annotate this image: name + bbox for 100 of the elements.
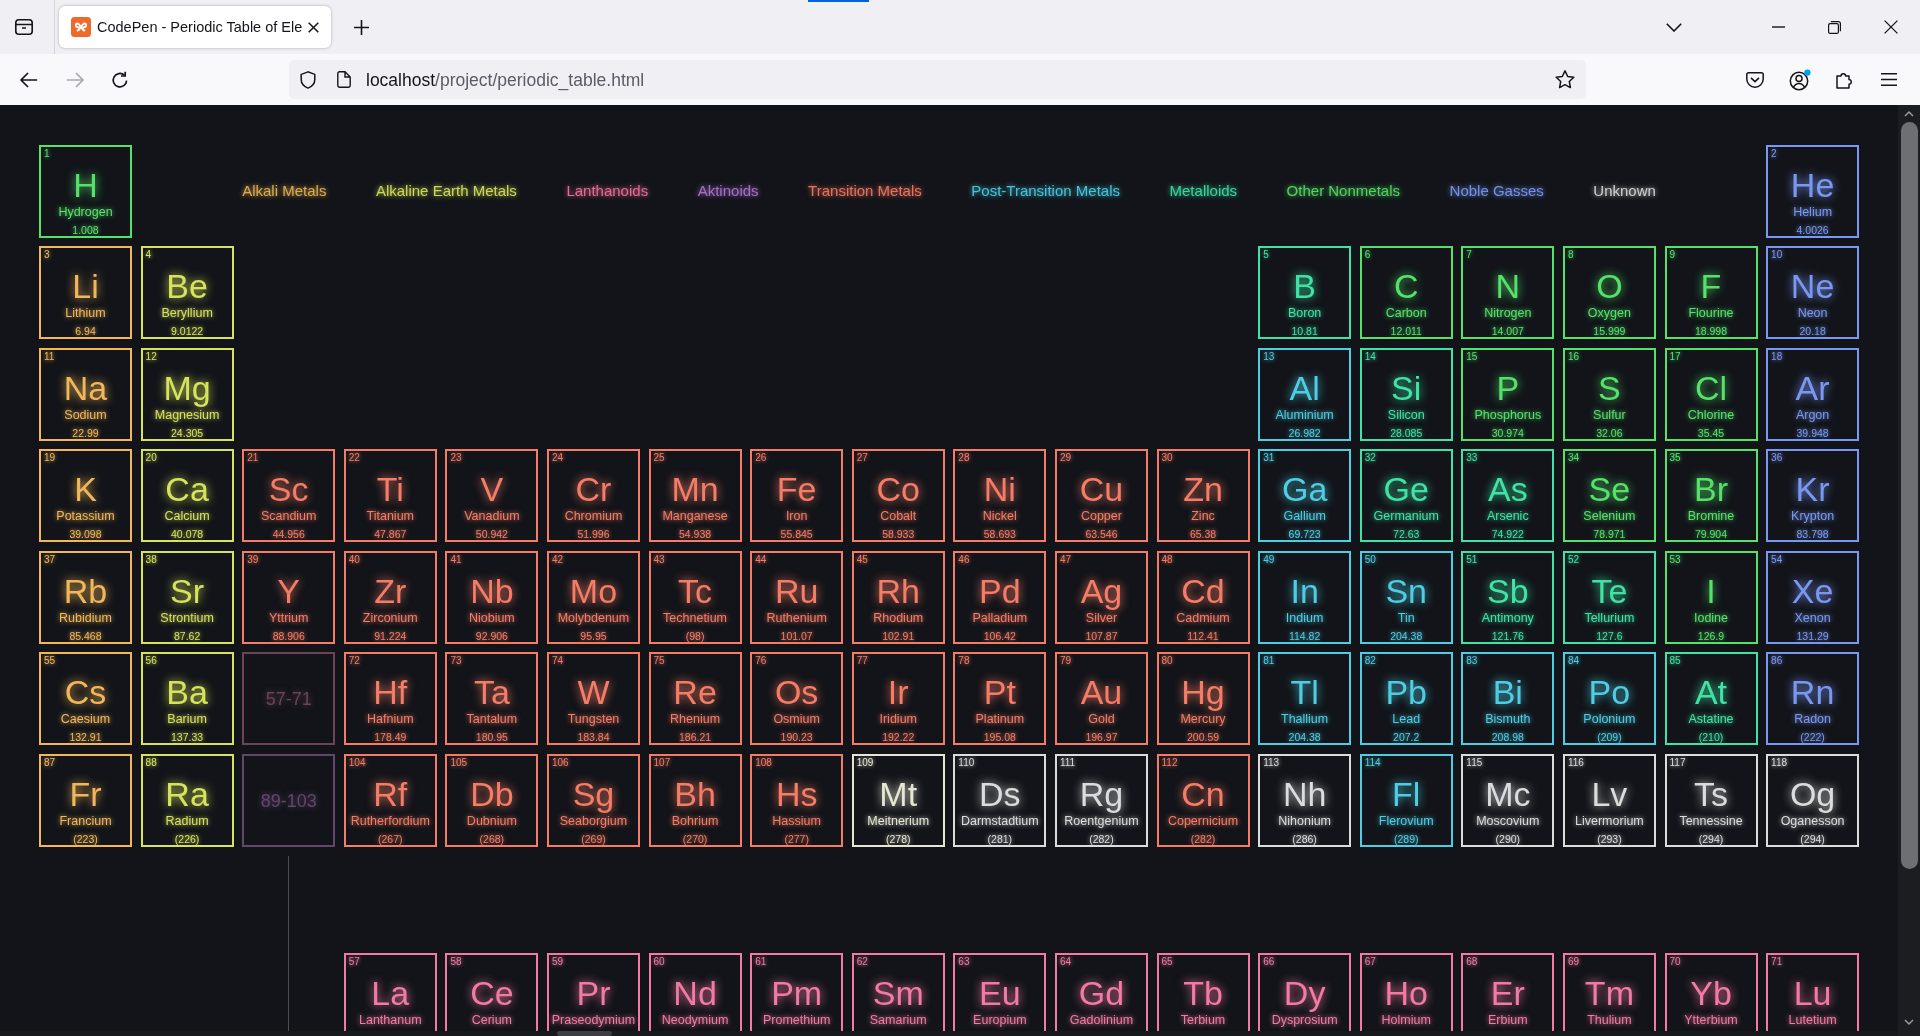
atomic-weight: 87.62 [173, 630, 201, 642]
element-symbol: Lu [1793, 973, 1832, 1014]
atomic-number: 84 [1567, 656, 1580, 667]
element-name: Tin [1397, 610, 1415, 626]
element-name: Moscovium [1476, 814, 1540, 830]
browser-tab[interactable]: CodePen - Periodic Table of Ele [59, 6, 331, 48]
atomic-number: 77 [856, 656, 868, 667]
scrollbar-thumb[interactable] [557, 1031, 612, 1036]
atomic-number: 12 [145, 351, 157, 362]
atomic-weight: (281) [987, 834, 1013, 846]
menu-icon [1881, 73, 1897, 86]
element-name: Astatine [1688, 712, 1734, 728]
element-symbol: N [1495, 266, 1521, 307]
element-symbol: F [1700, 266, 1722, 307]
atomic-number: 61 [755, 957, 767, 968]
element-name: Dubnium [466, 814, 517, 830]
element-name: Gadolinium [1069, 1013, 1134, 1029]
atomic-number: 21 [247, 453, 259, 464]
element-name: Scandium [260, 509, 317, 525]
element-symbol: Yb [1690, 973, 1732, 1014]
tray-icon [15, 19, 33, 35]
atomic-weight: 63.546 [1085, 529, 1118, 541]
atomic-weight: 35.45 [1697, 427, 1725, 439]
atomic-weight: 30.974 [1491, 427, 1524, 439]
atomic-number: 69 [1567, 957, 1580, 968]
element-symbol: Se [1588, 469, 1631, 510]
atomic-number: 116 [1567, 758, 1584, 769]
atomic-weight: (268) [479, 834, 505, 846]
atomic-weight: (267) [378, 834, 403, 846]
element-name: Thallium [1281, 712, 1329, 728]
element-name: Tungsten [567, 712, 620, 728]
atomic-number: 5 [1263, 250, 1269, 261]
element-name: Iron [785, 509, 808, 525]
element-symbol: Cd [1181, 570, 1225, 611]
vertical-scrollbar[interactable] [1898, 105, 1920, 1036]
atomic-weight: 39.098 [69, 529, 102, 541]
atomic-number: 42 [551, 554, 564, 565]
atomic-weight: 126.9 [1697, 630, 1725, 642]
atomic-weight: (209) [1597, 732, 1622, 744]
url-text: localhost/project/periodic_table.html [366, 68, 646, 91]
element-name: Europium [973, 1013, 1027, 1029]
chevron-down-icon [1904, 1018, 1914, 1025]
element-symbol: Sr [170, 570, 205, 611]
element-name: Rhodium [873, 610, 924, 626]
atomic-weight: 40.078 [171, 529, 204, 541]
element-name: Manganese [662, 509, 728, 525]
element-symbol: Xe [1791, 570, 1834, 611]
element-name: Sulfur [1593, 407, 1626, 423]
element-symbol: Nh [1282, 774, 1327, 815]
element-symbol: Ra [165, 774, 209, 815]
element-symbol: Hf [373, 672, 408, 713]
element-symbol: Bh [674, 774, 716, 815]
atomic-number: 62 [856, 957, 868, 968]
atomic-number: 118 [1771, 758, 1788, 769]
atomic-number: 73 [450, 656, 462, 667]
atomic-number: 38 [145, 554, 157, 565]
atomic-weight: (294) [1800, 834, 1825, 846]
element-name: Beryllium [161, 306, 213, 322]
atomic-number: 23 [450, 453, 462, 464]
element-symbol: I [1706, 570, 1716, 611]
element-symbol: Tl [1290, 672, 1319, 713]
legend-label: Alkali Metals [242, 182, 327, 200]
element-symbol: Db [470, 774, 514, 815]
atomic-weight: 39.948 [1796, 427, 1829, 439]
element-symbol: Re [673, 672, 717, 713]
element-symbol: Ge [1383, 469, 1429, 510]
minimize-icon [1771, 26, 1785, 28]
atomic-weight: 95.95 [580, 630, 607, 642]
element-name: Cadmium [1176, 610, 1230, 626]
atomic-number: 35 [1669, 453, 1681, 464]
element-symbol: B [1293, 266, 1316, 307]
address-bar[interactable]: localhost/project/periodic_table.html [289, 60, 1586, 99]
element-symbol: Dy [1283, 973, 1326, 1014]
element-symbol: K [74, 469, 97, 510]
element-symbol: W [577, 672, 610, 713]
atomic-number: 86 [1771, 656, 1783, 667]
atomic-weight: (294) [1698, 834, 1724, 846]
range-label: 89-103 [260, 789, 317, 812]
element-symbol: Sc [268, 469, 309, 510]
element-symbol: Mt [879, 774, 918, 815]
element-name: Gold [1088, 712, 1115, 728]
atomic-weight: 183.84 [577, 732, 610, 744]
atomic-weight: 54.938 [679, 529, 712, 541]
atomic-weight: 88.906 [272, 630, 305, 642]
atomic-number: 111 [1059, 758, 1076, 769]
atomic-weight: 24.305 [171, 427, 204, 439]
range-label: 57-71 [265, 687, 312, 710]
element-symbol: Ne [1790, 266, 1835, 307]
atomic-weight: 47.867 [374, 529, 407, 541]
element-name: Tellurium [1584, 610, 1635, 626]
atomic-weight: 72.63 [1393, 529, 1420, 541]
legend-label: Lanthanoids [566, 182, 649, 200]
element-name: Argon [1795, 407, 1830, 423]
atomic-number: 104 [348, 758, 366, 769]
scrollbar-thumb[interactable] [1900, 122, 1918, 869]
atomic-weight: 180.95 [475, 732, 508, 744]
element-symbol: Y [277, 570, 301, 611]
element-symbol: At [1694, 672, 1728, 713]
horizontal-scrollbar[interactable] [0, 1031, 1898, 1036]
element-name: Silver [1085, 610, 1118, 626]
